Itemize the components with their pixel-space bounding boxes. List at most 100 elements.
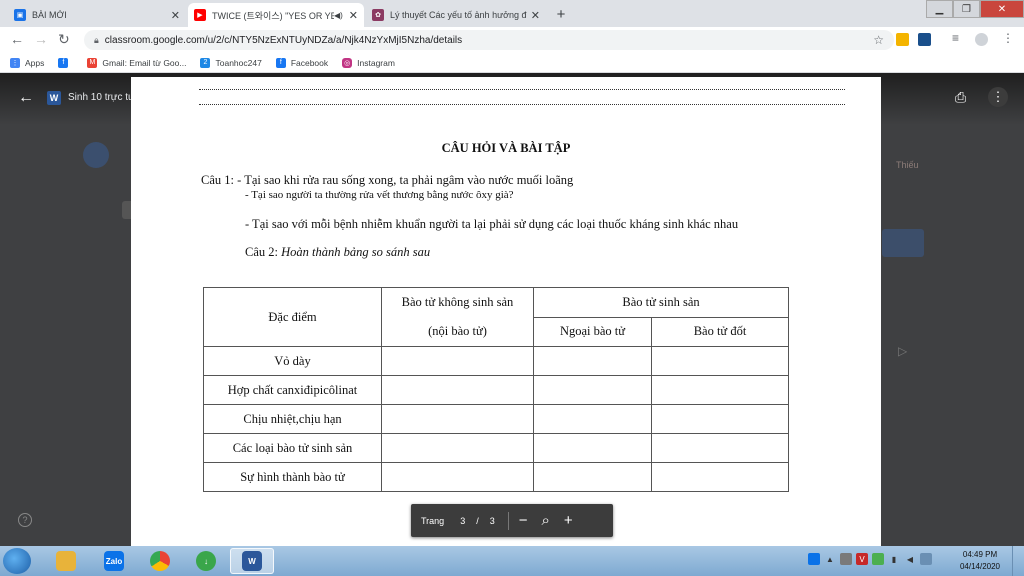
clock-time: 04:49 PM	[962, 550, 998, 559]
header-arthrospore-text: Bào tử đốt	[693, 324, 747, 339]
print-icon[interactable]: ⎙	[955, 89, 966, 106]
row-label: Hợp chất canxiđipicôlinat	[203, 375, 382, 405]
forward-icon[interactable]: →	[34, 31, 48, 47]
table-cell	[381, 375, 534, 405]
address-bar-row: ← → ↻ 🔒︎ classroom.google.com/u/2/c/NTY5…	[0, 27, 1024, 53]
help-icon[interactable]: ?	[18, 513, 32, 527]
browser-tab-strip: ▣ BÀI MỚI ✕ ▶ TWICE (트와이스) "YES OR YES" …	[0, 0, 1024, 27]
start-button-icon[interactable]	[3, 548, 31, 574]
show-hidden-icon[interactable]: ▲	[824, 553, 836, 565]
new-tab-button[interactable]: +	[552, 5, 570, 23]
taskbar-word[interactable]: W	[230, 548, 274, 574]
page-label: Trang	[421, 515, 445, 526]
system-clock[interactable]: 04:49 PM 04/14/2020	[955, 549, 1005, 573]
tab-title: BÀI MỚI	[32, 10, 67, 20]
download-extension-icon[interactable]	[896, 33, 909, 46]
header-feature: Đặc điểm	[203, 287, 382, 347]
table-cell	[533, 404, 652, 434]
missing-label: Thiếu	[896, 160, 919, 170]
row-label: Các loại bào tử sinh sản	[203, 433, 382, 463]
reload-icon[interactable]: ↻	[58, 31, 70, 48]
show-desktop-button[interactable]	[1012, 546, 1024, 576]
extension-icon[interactable]	[918, 33, 931, 46]
site-favicon-icon: ✿	[372, 9, 384, 21]
close-tab-icon[interactable]: ✕	[171, 9, 180, 22]
toanhoc-icon: 2	[200, 57, 211, 68]
keyboard-icon[interactable]	[872, 553, 884, 565]
gmail-icon: M	[87, 57, 98, 68]
header-exospore: Ngoại bào tử	[533, 316, 652, 347]
maximize-icon[interactable]: ❐	[953, 0, 980, 18]
question-2: Câu 2: Hoàn thành bảng so sánh sau	[245, 245, 430, 260]
question-1-text: Tại sao khi rửa rau sống xong, ta phải n…	[244, 173, 574, 187]
minimize-icon[interactable]: ▁	[926, 0, 953, 18]
close-tab-icon[interactable]: ✕	[349, 9, 358, 22]
flag-icon[interactable]	[920, 553, 932, 565]
bookmark-star-icon[interactable]: ☆	[873, 33, 884, 47]
dotted-line	[199, 104, 845, 105]
header-arthrospore: Bào tử đốt	[651, 316, 789, 347]
header-reproductive-text: Bào tử sinh sản	[622, 294, 700, 309]
section-heading: CÂU HỎI VÀ BÀI TẬP	[441, 141, 571, 155]
windows-taskbar: Zalo ↓ W ▲ V ▮ ◀ 04:49 PM 04/14/2020	[0, 546, 1024, 576]
zoom-out-icon[interactable]: −	[519, 512, 528, 529]
question-1-line-3: - Tại sao với mỗi bệnh nhiễm khuẩn người…	[245, 217, 739, 231]
bookmark-facebook[interactable]: f Facebook	[275, 57, 328, 68]
bookmark-instagram[interactable]: ◎ Instagram	[342, 57, 395, 68]
table-cell	[651, 404, 789, 434]
zoom-icon[interactable]: ⌕	[542, 512, 550, 529]
youtube-favicon-icon: ▶	[194, 9, 206, 21]
table-cell	[651, 462, 789, 492]
table-row: Các loại bào tử sinh sản	[203, 433, 789, 463]
table-cell	[651, 346, 789, 376]
volume-icon[interactable]: ◀	[904, 553, 916, 565]
word-file-icon: W	[47, 91, 61, 105]
more-options-icon[interactable]: ⋮	[988, 87, 1008, 107]
table-row: Chịu nhiệt,chịu hạn	[203, 404, 789, 434]
table-cell	[381, 433, 534, 463]
table-cell	[533, 375, 652, 405]
tab-bai-moi[interactable]: ▣ BÀI MỚI ✕	[8, 3, 186, 27]
bookmark-apps[interactable]: ⋮ Apps	[10, 57, 44, 68]
close-window-icon[interactable]: ✕	[980, 0, 1024, 18]
bookmark-facebook-small[interactable]: f	[58, 57, 73, 68]
bookmark-toanhoc247[interactable]: 2 Toanhoc247	[200, 57, 262, 68]
document-viewer: Thiếu ▷ ← W Sinh 10 trực tuyến (2).docx …	[0, 73, 1024, 550]
zalo-tray-icon[interactable]	[808, 553, 820, 565]
network-icon[interactable]: ▮	[888, 553, 900, 565]
instagram-icon: ◎	[342, 57, 353, 68]
menu-kebab-icon[interactable]: ⋮	[1002, 31, 1014, 45]
page-separator: /	[476, 515, 479, 526]
table-row: Hợp chất canxiđipicôlinat	[203, 375, 789, 405]
url-field[interactable]: 🔒︎ classroom.google.com/u/2/c/NTY5NzExNT…	[84, 30, 894, 50]
table-cell	[381, 346, 534, 376]
taskbar-zalo[interactable]: Zalo	[92, 548, 136, 574]
header-non-reproductive-line-2: (nội bào tử)	[428, 324, 487, 338]
table-cell	[381, 404, 534, 434]
back-icon[interactable]: ←	[10, 31, 24, 47]
folder-icon	[56, 551, 76, 571]
audio-playing-icon[interactable]: ◀)	[334, 11, 343, 20]
taskbar-download-manager[interactable]: ↓	[184, 548, 228, 574]
assignment-icon	[83, 142, 109, 168]
table-row: Sự hình thành bào tử	[203, 462, 789, 492]
tab-ly-thuyet[interactable]: ✿ Lý thuyết Các yếu tố ảnh hưởng đ ✕	[366, 3, 546, 27]
antivirus-icon[interactable]: V	[856, 553, 868, 565]
question-2-text: Hoàn thành bảng so sánh sau	[281, 245, 431, 259]
total-pages: 3	[489, 515, 495, 526]
taskbar-explorer[interactable]	[44, 548, 88, 574]
close-tab-icon[interactable]: ✕	[531, 9, 540, 22]
reading-list-icon[interactable]: ≡	[952, 31, 959, 45]
bookmark-gmail[interactable]: M Gmail: Email từ Goo...	[87, 57, 186, 68]
chrome-icon	[150, 551, 170, 571]
send-icon: ▷	[898, 344, 908, 358]
taskbar-chrome[interactable]	[138, 548, 182, 574]
tab-twice[interactable]: ▶ TWICE (트와이스) "YES OR YES" ◀) ✕	[188, 3, 364, 27]
back-arrow-icon[interactable]: ←	[18, 89, 34, 107]
zoom-in-icon[interactable]: +	[564, 512, 573, 529]
table-cell	[381, 462, 534, 492]
profile-avatar-icon[interactable]	[975, 33, 988, 46]
facebook-icon: f	[275, 57, 286, 68]
header-reproductive: Bào tử sinh sản	[533, 287, 789, 318]
cloud-icon[interactable]	[840, 553, 852, 565]
